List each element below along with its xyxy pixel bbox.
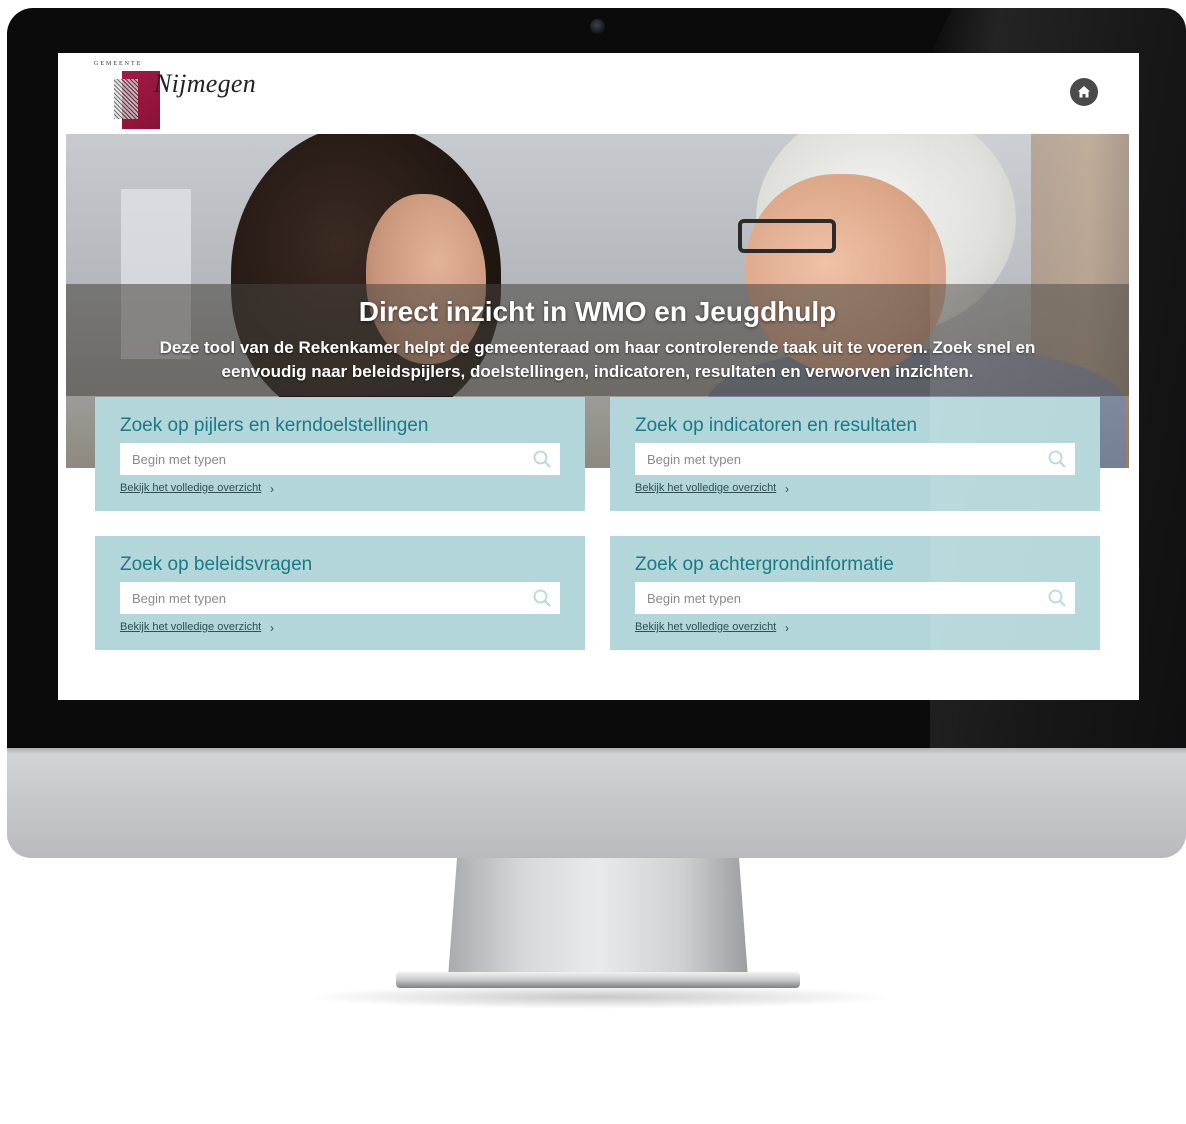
search-input[interactable] — [120, 582, 520, 614]
chevron-right-icon: › — [270, 621, 274, 635]
website-screen: GEMEENTE Nijmegen Direct inzicht in WMO … — [58, 53, 1139, 700]
monitor-stand — [448, 858, 748, 978]
search-icon[interactable] — [1047, 449, 1067, 469]
search-input[interactable] — [635, 582, 1035, 614]
stand-shadow — [300, 985, 896, 1009]
hero-subtitle: Deze tool van de Rekenkamer helpt de gem… — [159, 338, 1036, 381]
camera-icon — [590, 19, 605, 34]
chin-shadow — [7, 748, 1186, 754]
chevron-right-icon: › — [785, 621, 789, 635]
search-field — [635, 582, 1075, 614]
nijmegen-logo[interactable]: GEMEENTE Nijmegen — [94, 61, 284, 133]
search-card-policy-questions: Zoek op beleidsvragen Bekijk het volledi… — [95, 536, 585, 650]
full-overview-link[interactable]: Bekijk het volledige overzicht — [635, 621, 776, 633]
search-field — [120, 443, 560, 475]
search-field — [635, 443, 1075, 475]
chevron-right-icon: › — [270, 482, 274, 496]
monitor-chin — [7, 748, 1186, 858]
card-title: Zoek op pijlers en kerndoelstellingen — [120, 415, 429, 436]
hero-title: Direct inzicht in WMO en Jeugdhulp — [358, 296, 837, 327]
card-title: Zoek op indicatoren en resultaten — [635, 415, 918, 436]
hero-photo-glasses — [738, 219, 836, 253]
chevron-right-icon: › — [785, 482, 789, 496]
search-field — [120, 582, 560, 614]
full-overview-link[interactable]: Bekijk het volledige overzicht — [635, 482, 776, 494]
search-card-background-info: Zoek op achtergrondinformatie Bekijk het… — [610, 536, 1100, 650]
search-card-indicators: Zoek op indicatoren en resultaten Bekijk… — [610, 397, 1100, 511]
search-icon[interactable] — [532, 588, 552, 608]
full-overview-link[interactable]: Bekijk het volledige overzicht — [120, 482, 261, 494]
search-input[interactable] — [635, 443, 1035, 475]
logo-small-text: GEMEENTE — [94, 61, 143, 67]
home-button[interactable] — [1070, 78, 1098, 106]
search-card-pillars: Zoek op pijlers en kerndoelstellingen Be… — [95, 397, 585, 511]
monitor-base — [396, 972, 800, 988]
full-overview-link[interactable]: Bekijk het volledige overzicht — [120, 621, 261, 633]
card-title: Zoek op beleidsvragen — [120, 554, 313, 575]
logo-name: Nijmegen — [154, 69, 257, 98]
search-icon[interactable] — [532, 449, 552, 469]
search-input[interactable] — [120, 443, 520, 475]
home-icon — [1078, 86, 1090, 98]
card-title: Zoek op achtergrondinformatie — [635, 554, 894, 575]
search-icon[interactable] — [1047, 588, 1067, 608]
